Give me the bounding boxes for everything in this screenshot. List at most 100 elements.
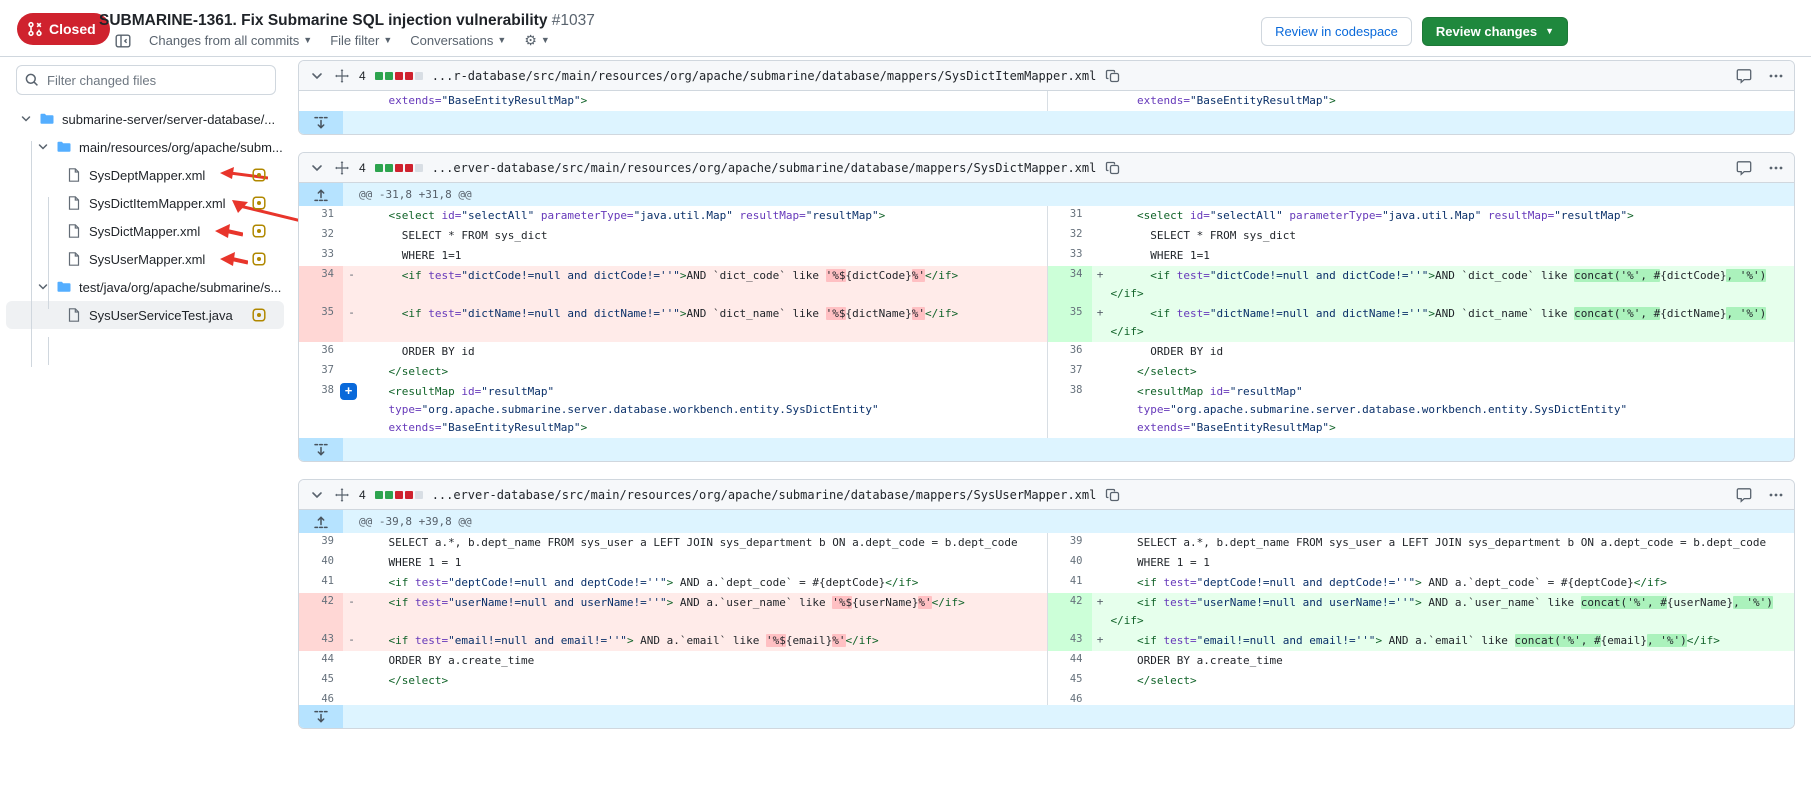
collapse-file-chevron-icon[interactable] bbox=[309, 160, 325, 176]
tree-file-sysdeptmapper-xml[interactable]: SysDeptMapper.xml bbox=[6, 161, 284, 189]
diff-side-new: 35+ <if test="dictName!=null and dictNam… bbox=[1047, 304, 1795, 342]
line-number[interactable]: 40 bbox=[1048, 553, 1092, 573]
line-number[interactable]: 40 bbox=[299, 553, 343, 573]
drag-handle-icon[interactable] bbox=[334, 487, 350, 503]
line-number[interactable]: 43 bbox=[299, 631, 343, 651]
diff-side-old: extends="BaseEntityResultMap"> bbox=[299, 91, 1047, 111]
line-number[interactable]: 36 bbox=[1048, 342, 1092, 362]
chevron-down-icon: ▼ bbox=[541, 36, 550, 45]
line-number[interactable]: 37 bbox=[1048, 362, 1092, 382]
code-line bbox=[360, 691, 1047, 705]
review-changes-button[interactable]: Review changes ▼ bbox=[1422, 17, 1568, 46]
line-number[interactable]: 42 bbox=[1048, 593, 1092, 631]
copy-path-icon[interactable] bbox=[1105, 160, 1121, 176]
line-number[interactable]: 42 bbox=[299, 593, 343, 631]
conversations-menu[interactable]: Conversations▼ bbox=[410, 33, 506, 48]
line-number[interactable]: 41 bbox=[299, 573, 343, 593]
comment-icon[interactable] bbox=[1736, 487, 1752, 503]
line-number[interactable]: 34 bbox=[1048, 266, 1092, 304]
kebab-menu-icon[interactable] bbox=[1768, 487, 1784, 503]
line-number[interactable]: 37 bbox=[299, 362, 343, 382]
diff-marker bbox=[343, 573, 360, 593]
diff-marker bbox=[343, 651, 360, 671]
line-number[interactable]: 33 bbox=[1048, 246, 1092, 266]
expand-hunk-button[interactable] bbox=[299, 510, 343, 533]
line-number[interactable]: 39 bbox=[299, 533, 343, 553]
line-number[interactable]: 35 bbox=[1048, 304, 1092, 342]
expand-down-icon[interactable] bbox=[313, 442, 329, 458]
line-number[interactable]: 46 bbox=[299, 691, 343, 705]
line-number[interactable]: 44 bbox=[299, 651, 343, 671]
code-row: 45 </select>45 </select> bbox=[299, 671, 1794, 691]
line-number[interactable]: 41 bbox=[1048, 573, 1092, 593]
expand-diff-button[interactable] bbox=[299, 438, 343, 461]
diff-side-old: 38 <resultMap id="resultMap" type="org.a… bbox=[299, 382, 1047, 438]
changes-from-menu[interactable]: Changes from all commits▼ bbox=[149, 33, 312, 48]
expand-hunk-button[interactable] bbox=[299, 183, 343, 206]
diff-side-old: 41 <if test="deptCode!=null and deptCode… bbox=[299, 573, 1047, 593]
copy-path-icon[interactable] bbox=[1105, 487, 1121, 503]
drag-handle-icon[interactable] bbox=[334, 160, 350, 176]
expand-down-icon[interactable] bbox=[313, 115, 329, 131]
line-number[interactable]: 33 bbox=[299, 246, 343, 266]
diff-side-new: 44 ORDER BY a.create_time bbox=[1047, 651, 1795, 671]
line-number[interactable] bbox=[1048, 91, 1092, 111]
file-path[interactable]: ...erver-database/src/main/resources/org… bbox=[432, 161, 1097, 175]
comment-icon[interactable] bbox=[1736, 68, 1752, 84]
drag-handle-icon[interactable] bbox=[334, 68, 350, 84]
chevron-down-icon[interactable] bbox=[20, 113, 32, 125]
kebab-menu-icon[interactable] bbox=[1768, 160, 1784, 176]
line-number[interactable]: 43 bbox=[1048, 631, 1092, 651]
line-number[interactable]: 38 bbox=[299, 382, 343, 438]
collapse-file-chevron-icon[interactable] bbox=[309, 487, 325, 503]
collapse-sidebar-button[interactable] bbox=[115, 33, 131, 49]
diff-marker bbox=[343, 206, 360, 226]
line-number[interactable]: 45 bbox=[299, 671, 343, 691]
line-number[interactable]: 39 bbox=[1048, 533, 1092, 553]
search-icon bbox=[24, 72, 40, 88]
line-number[interactable]: 32 bbox=[1048, 226, 1092, 246]
code-line: <if test="deptCode!=null and deptCode!='… bbox=[360, 573, 1047, 593]
chevron-down-icon: ▼ bbox=[383, 36, 392, 45]
line-number[interactable]: 35 bbox=[299, 304, 343, 342]
file-path[interactable]: ...r-database/src/main/resources/org/apa… bbox=[432, 69, 1097, 83]
file-path[interactable]: ...erver-database/src/main/resources/org… bbox=[432, 488, 1097, 502]
line-number[interactable]: 36 bbox=[299, 342, 343, 362]
code-row: 34- <if test="dictCode!=null and dictCod… bbox=[299, 266, 1794, 304]
copy-path-icon[interactable] bbox=[1105, 68, 1121, 84]
tree-folder-main-resources-org-apache-subm-[interactable]: main/resources/org/apache/subm... bbox=[6, 133, 284, 161]
file-filter-menu[interactable]: File filter▼ bbox=[330, 33, 392, 48]
expand-up-icon[interactable] bbox=[313, 514, 329, 530]
line-number[interactable]: 45 bbox=[1048, 671, 1092, 691]
review-in-codespace-button[interactable]: Review in codespace bbox=[1261, 17, 1412, 46]
line-number[interactable]: 31 bbox=[1048, 206, 1092, 226]
filter-changed-files-input[interactable] bbox=[16, 65, 276, 95]
folder-icon bbox=[56, 139, 72, 155]
expand-diff-button[interactable] bbox=[299, 111, 343, 134]
expand-diff-button[interactable] bbox=[299, 705, 343, 728]
comment-icon[interactable] bbox=[1736, 160, 1752, 176]
file-icon bbox=[66, 223, 82, 239]
line-number[interactable]: 38 bbox=[1048, 382, 1092, 438]
file-tree-sidebar: submarine-server/server-database/... main… bbox=[0, 57, 290, 797]
line-number[interactable]: 32 bbox=[299, 226, 343, 246]
line-number[interactable]: 34 bbox=[299, 266, 343, 304]
line-number[interactable]: 44 bbox=[1048, 651, 1092, 671]
code-line: WHERE 1=1 bbox=[1109, 246, 1795, 266]
line-number[interactable] bbox=[299, 91, 343, 111]
expand-down-icon[interactable] bbox=[313, 709, 329, 725]
tree-item-label: main/resources/org/apache/subm... bbox=[79, 140, 283, 155]
code-line: ORDER BY a.create_time bbox=[1109, 651, 1795, 671]
code-line: SELECT * FROM sys_dict bbox=[1109, 226, 1795, 246]
chevron-down-icon[interactable] bbox=[37, 141, 49, 153]
gear-icon: ⚙ bbox=[524, 32, 537, 49]
tree-folder-submarine-server-server-database-[interactable]: submarine-server/server-database/... bbox=[6, 105, 284, 133]
diff-settings-menu[interactable]: ⚙ ▼ bbox=[524, 32, 549, 49]
line-number[interactable]: 31 bbox=[299, 206, 343, 226]
tree-item-label: SysDictItemMapper.xml bbox=[89, 196, 226, 211]
add-comment-button[interactable]: + bbox=[340, 383, 357, 400]
line-number[interactable]: 46 bbox=[1048, 691, 1092, 705]
collapse-file-chevron-icon[interactable] bbox=[309, 68, 325, 84]
kebab-menu-icon[interactable] bbox=[1768, 68, 1784, 84]
expand-up-icon[interactable] bbox=[313, 187, 329, 203]
